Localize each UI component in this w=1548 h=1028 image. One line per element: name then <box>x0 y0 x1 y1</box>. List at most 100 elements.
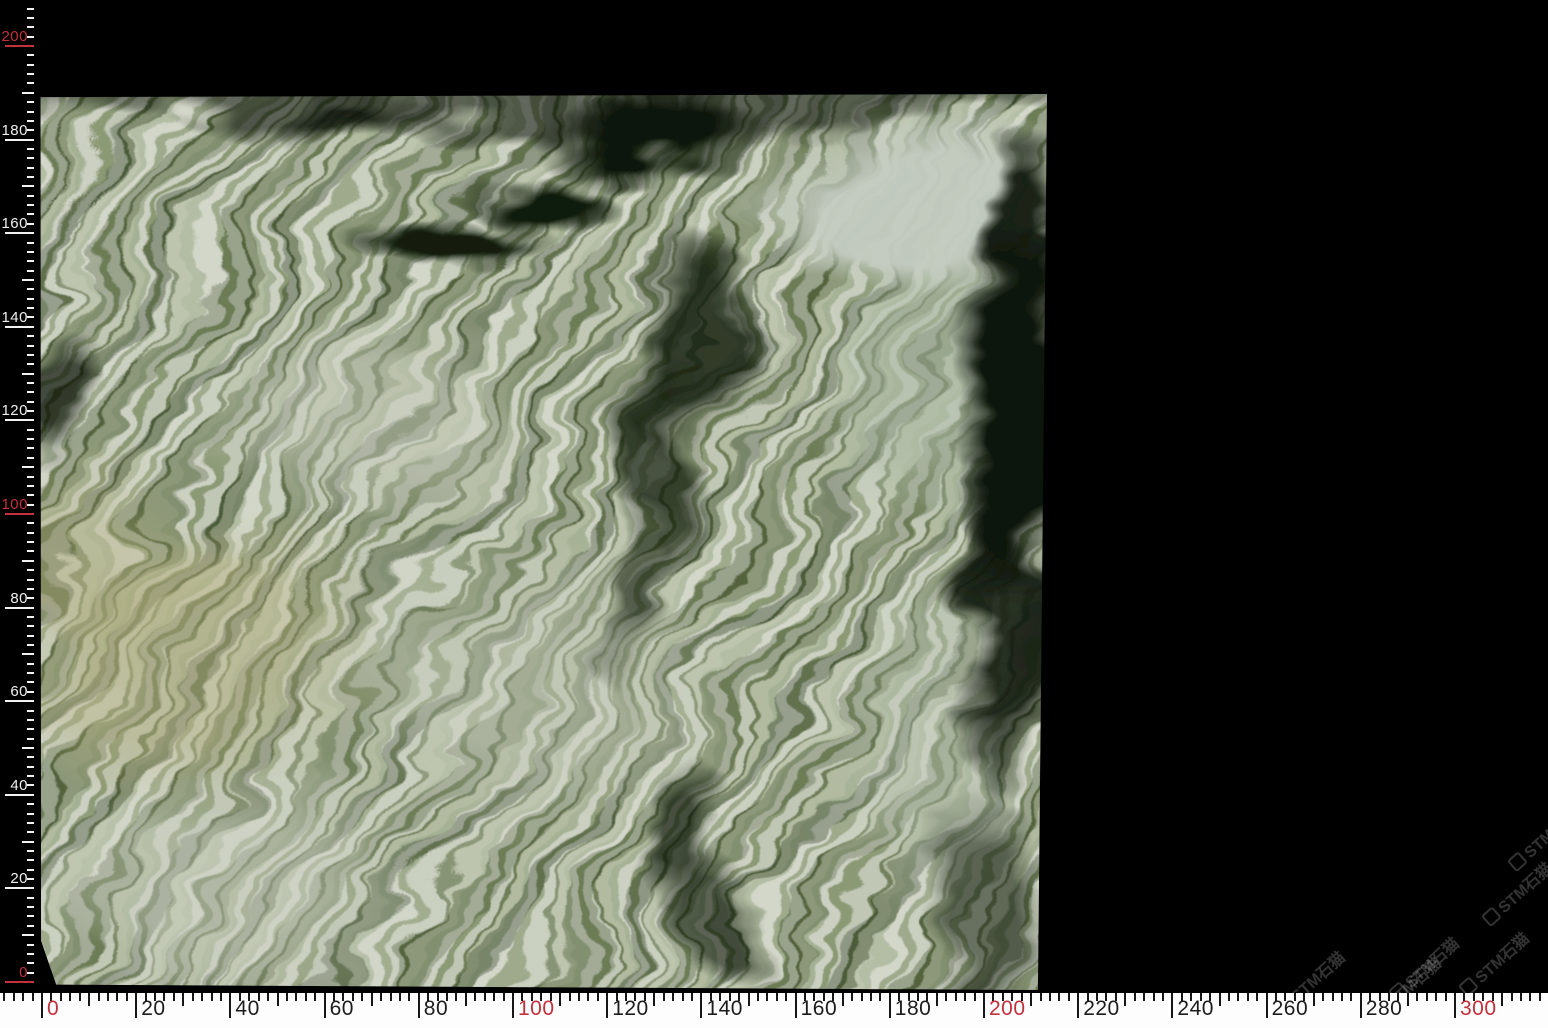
ruler-label: 160 <box>0 216 28 232</box>
ruler-tick <box>88 993 90 1006</box>
ruler-label: 160 <box>801 998 838 1020</box>
ruler-tick <box>27 316 34 318</box>
ruler-label: 220 <box>1083 998 1120 1020</box>
ruler-tick <box>27 691 34 693</box>
ruler-tick <box>1520 993 1522 1001</box>
ruler-tick <box>27 494 34 496</box>
ruler-tick <box>371 993 373 1006</box>
ruler-tick <box>27 766 34 768</box>
ruler-tick <box>27 36 34 38</box>
ruler-tick <box>27 710 34 712</box>
ruler-tick <box>597 993 599 1001</box>
ruler-label: 200 <box>0 29 28 45</box>
ruler-label: 200 <box>989 998 1026 1020</box>
ruler-tick <box>936 993 938 1006</box>
ruler-tick <box>27 972 34 974</box>
ruler-tick <box>1077 993 1079 1018</box>
ruler-tick <box>27 457 34 459</box>
ruler-tick <box>27 738 34 740</box>
ruler-tick <box>5 700 34 702</box>
ruler-tick <box>861 993 863 1001</box>
ruler-tick <box>1058 993 1060 1001</box>
ruler-tick <box>974 993 976 1001</box>
ruler-label: 0 <box>0 965 28 981</box>
ruler-tick <box>22 560 34 562</box>
ruler-tick <box>27 944 34 946</box>
ruler-tick <box>69 993 71 1001</box>
ruler-tick <box>27 148 34 150</box>
ruler-tick <box>1143 993 1145 1001</box>
ruler-tick <box>1153 993 1155 1001</box>
ruler-tick <box>27 541 34 543</box>
ruler-tick <box>27 270 34 272</box>
ruler-tick <box>1049 993 1051 1001</box>
ruler-tick <box>27 831 34 833</box>
ruler-tick <box>1266 993 1268 1018</box>
ruler-tick <box>27 485 34 487</box>
ruler-tick <box>569 993 571 1001</box>
ruler-tick <box>945 993 947 1001</box>
ruler-tick <box>27 616 34 618</box>
ruler-tick <box>27 260 34 262</box>
ruler-tick <box>1068 993 1070 1001</box>
ruler-tick <box>286 993 288 1001</box>
ruler-tick <box>22 841 34 843</box>
ruler-label: 100 <box>0 497 28 513</box>
ruler-tick <box>27 522 34 524</box>
ruler-tick <box>682 993 684 1001</box>
ruler-label: 260 <box>1272 998 1309 1020</box>
ruler-tick <box>27 54 34 56</box>
ruler-tick <box>22 466 34 468</box>
ruler-tick <box>870 993 872 1001</box>
ruler-tick <box>1529 993 1531 1001</box>
ruler-tick <box>22 993 24 1001</box>
ruler-tick <box>27 288 34 290</box>
ruler-tick <box>1332 993 1334 1001</box>
ruler-tick <box>27 644 34 646</box>
ruler-tick <box>672 993 674 1001</box>
ruler-label: 40 <box>0 778 28 794</box>
ruler-tick <box>361 993 363 1001</box>
ruler-tick <box>983 993 985 1018</box>
ruler-tick <box>1228 993 1230 1001</box>
ruler-tick <box>22 279 34 281</box>
ruler-tick <box>98 993 100 1001</box>
ruler-tick <box>851 993 853 1001</box>
ruler-tick <box>295 993 297 1001</box>
ruler-tick <box>1350 993 1352 1001</box>
ruler-tick <box>201 993 203 1001</box>
ruler-tick <box>27 157 34 159</box>
ruler-label: 20 <box>141 998 165 1020</box>
ruler-tick <box>1030 993 1032 1006</box>
ruler-tick <box>27 176 34 178</box>
ruler-tick <box>27 822 34 824</box>
ruler-tick <box>126 993 128 1001</box>
ruler-label: 180 <box>895 998 932 1020</box>
ruler-tick <box>220 993 222 1001</box>
ruler-tick <box>107 993 109 1001</box>
ruler-tick <box>27 401 34 403</box>
ruler-tick <box>5 326 34 328</box>
ruler-tick <box>465 993 467 1006</box>
ruler-tick <box>27 784 34 786</box>
ruler-tick <box>22 934 34 936</box>
ruler-label: 140 <box>0 310 28 326</box>
ruler-tick <box>776 993 778 1001</box>
ruler-tick <box>964 993 966 1001</box>
ruler-tick <box>5 513 34 515</box>
ruler-label: 20 <box>0 871 28 887</box>
ruler-tick <box>493 993 495 1001</box>
ruler-tick <box>22 747 34 749</box>
ruler-tick <box>766 993 768 1001</box>
ruler-tick <box>116 993 118 1001</box>
ruler-tick <box>41 993 43 1018</box>
ruler-tick <box>267 993 269 1001</box>
ruler-tick <box>27 129 34 131</box>
ruler-tick <box>27 550 34 552</box>
ruler-tick <box>1435 993 1437 1001</box>
ruler-tick <box>22 92 34 94</box>
ruler-tick <box>27 195 34 197</box>
ruler-tick <box>27 298 34 300</box>
ruler-tick <box>955 993 957 1001</box>
ruler-tick <box>277 993 279 1006</box>
